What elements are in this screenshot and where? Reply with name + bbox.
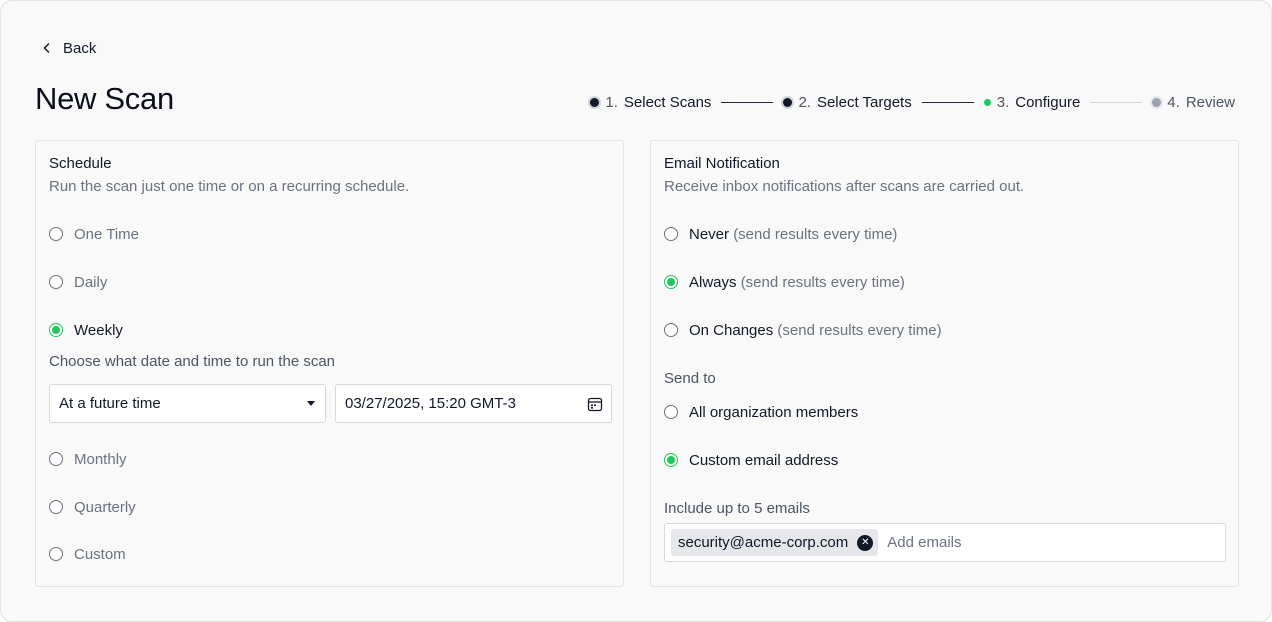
option-hint: (send results every time): [733, 225, 898, 243]
schedule-option-weekly[interactable]: Weekly: [49, 320, 123, 340]
add-emails-input[interactable]: [887, 527, 1219, 558]
step-select-scans[interactable]: 1. Select Scans: [590, 94, 711, 111]
step-dot-icon: [1152, 97, 1162, 107]
schedule-option-custom[interactable]: Custom: [49, 544, 126, 564]
schedule-description: Run the scan just one time or on a recur…: [49, 178, 410, 195]
option-label: Custom email address: [689, 451, 839, 469]
back-button[interactable]: Back: [41, 38, 96, 58]
radio-unchecked-icon[interactable]: [49, 227, 63, 241]
radio-checked-icon[interactable]: [664, 275, 678, 289]
step-label: Configure: [1015, 93, 1081, 111]
radio-unchecked-icon[interactable]: [49, 547, 63, 561]
datetime-field[interactable]: 03/27/2025, 15:20 GMT-3: [335, 384, 612, 423]
step-connector: [921, 101, 974, 103]
step-number: 2.: [798, 93, 811, 111]
option-hint: (send results every time): [777, 321, 942, 339]
radio-unchecked-icon[interactable]: [664, 405, 678, 419]
schedule-option-daily[interactable]: Daily: [49, 272, 107, 292]
timing-select-value: At a future time: [59, 395, 161, 412]
step-configure[interactable]: 3. Configure: [983, 93, 1081, 111]
app-frame: Back New Scan 1. Select Scans 2. Select …: [0, 0, 1272, 622]
step-dot-icon: [983, 98, 991, 106]
option-label: One Time: [74, 225, 140, 243]
email-title: Email Notification: [664, 155, 780, 172]
back-label: Back: [63, 39, 97, 57]
option-label: On Changes: [689, 321, 774, 339]
option-label: Monthly: [74, 450, 127, 468]
email-option-never[interactable]: Never (send results every time): [664, 224, 897, 244]
radio-unchecked-icon[interactable]: [49, 275, 63, 289]
schedule-option-quarterly[interactable]: Quarterly: [49, 497, 136, 517]
step-select-targets[interactable]: 2. Select Targets: [783, 93, 912, 111]
radio-unchecked-icon[interactable]: [49, 452, 63, 466]
page-title: New Scan: [35, 81, 174, 116]
option-hint: (send results every time): [740, 273, 905, 291]
recipient-option-all-members[interactable]: All organization members: [664, 402, 858, 422]
radio-unchecked-icon[interactable]: [664, 227, 678, 241]
step-connector: [1090, 101, 1143, 103]
timing-select[interactable]: At a future time: [49, 384, 326, 423]
option-label: Quarterly: [74, 498, 136, 516]
email-option-on-changes[interactable]: On Changes (send results every time): [664, 320, 942, 340]
step-number: 3.: [996, 93, 1010, 111]
step-dot-icon: [590, 97, 600, 107]
schedule-option-one-time[interactable]: One Time: [49, 224, 139, 244]
step-label: Select Targets: [816, 93, 912, 111]
email-tags-input[interactable]: security@acme-corp.com ✕: [664, 523, 1226, 562]
email-chip-label: security@acme-corp.com: [678, 534, 849, 551]
remove-chip-icon[interactable]: ✕: [857, 534, 874, 551]
radio-checked-icon[interactable]: [664, 453, 678, 467]
radio-checked-icon[interactable]: [49, 323, 63, 337]
send-to-label: Send to: [664, 370, 716, 387]
chevron-left-icon: [43, 43, 50, 53]
step-review[interactable]: 4. Review: [1152, 94, 1235, 111]
radio-unchecked-icon[interactable]: [664, 323, 678, 337]
schedule-option-monthly[interactable]: Monthly: [49, 449, 127, 469]
include-emails-label: Include up to 5 emails: [664, 500, 810, 517]
email-description: Receive inbox notifications after scans …: [664, 178, 1025, 195]
calendar-icon[interactable]: [587, 396, 603, 412]
step-label: Select Scans: [623, 93, 712, 111]
recipient-option-custom-email[interactable]: Custom email address: [664, 450, 838, 470]
option-label: Daily: [74, 273, 108, 291]
step-dot-icon: [783, 97, 793, 107]
option-label: Always: [689, 273, 737, 291]
schedule-title: Schedule: [49, 155, 112, 172]
option-label: All organization members: [689, 403, 859, 421]
datetime-value: 03/27/2025, 15:20 GMT-3: [345, 395, 516, 412]
step-number: 4.: [1167, 93, 1180, 111]
email-chip: security@acme-corp.com ✕: [671, 529, 879, 556]
stepper: 1. Select Scans 2. Select Targets 3. Con…: [590, 92, 1235, 112]
weekly-prompt: Choose what date and time to run the sca…: [49, 353, 336, 370]
step-label: Review: [1185, 93, 1235, 111]
option-label: Weekly: [74, 321, 123, 339]
email-notification-panel: Email Notification Receive inbox notific…: [650, 140, 1239, 587]
email-option-always[interactable]: Always (send results every time): [664, 272, 905, 292]
schedule-panel: Schedule Run the scan just one time or o…: [35, 140, 624, 587]
option-label: Custom: [74, 545, 126, 563]
caret-down-icon: [307, 401, 315, 406]
radio-unchecked-icon[interactable]: [49, 500, 63, 514]
step-number: 1.: [605, 93, 618, 111]
step-connector: [721, 101, 774, 103]
option-label: Never: [689, 225, 730, 243]
